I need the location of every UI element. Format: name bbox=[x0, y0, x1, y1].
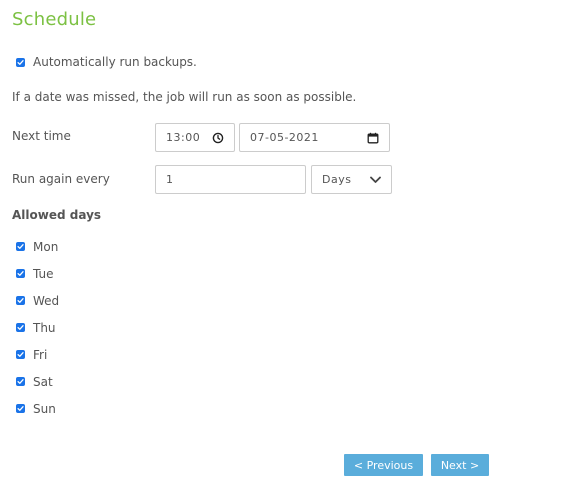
auto-backup-label: Automatically run backups. bbox=[33, 55, 197, 69]
checkmark-icon bbox=[17, 325, 24, 330]
clock-icon[interactable] bbox=[212, 132, 224, 144]
day-label: Thu bbox=[33, 320, 56, 335]
next-button[interactable]: Next > bbox=[431, 454, 489, 476]
checkmark-icon bbox=[17, 352, 24, 357]
checkmark-icon bbox=[17, 244, 24, 249]
day-checkbox-sat[interactable] bbox=[16, 377, 25, 386]
previous-button[interactable]: < Previous bbox=[344, 454, 423, 476]
checkmark-icon bbox=[17, 271, 24, 276]
allowed-days-title: Allowed days bbox=[12, 208, 102, 222]
day-item-sun[interactable]: Sun bbox=[12, 395, 59, 422]
day-label: Tue bbox=[33, 266, 54, 281]
day-checkbox-thu[interactable] bbox=[16, 323, 25, 332]
time-value: 13:00 bbox=[166, 131, 201, 144]
day-label: Wed bbox=[33, 293, 60, 308]
day-checkbox-tue[interactable] bbox=[16, 269, 25, 278]
date-value: 07-05-2021 bbox=[250, 131, 319, 144]
day-item-wed[interactable]: Wed bbox=[12, 287, 59, 314]
checkmark-icon bbox=[17, 59, 24, 65]
run-again-unit-select[interactable]: Days bbox=[311, 165, 392, 194]
run-again-label: Run again every bbox=[12, 172, 110, 186]
day-label: Mon bbox=[33, 239, 59, 254]
day-item-tue[interactable]: Tue bbox=[12, 260, 59, 287]
missed-date-info: If a date was missed, the job will run a… bbox=[12, 90, 357, 104]
calendar-icon[interactable] bbox=[367, 132, 379, 144]
day-item-thu[interactable]: Thu bbox=[12, 314, 59, 341]
day-checkbox-sun[interactable] bbox=[16, 404, 25, 413]
page-title: Schedule bbox=[12, 9, 97, 30]
allowed-days-list: Mon Tue Wed Thu Fri Sat Sun bbox=[12, 233, 59, 422]
next-time-time-input[interactable]: 13:00 bbox=[155, 123, 235, 152]
day-label: Fri bbox=[33, 347, 48, 362]
auto-backup-row[interactable]: Automatically run backups. bbox=[12, 53, 197, 71]
day-checkbox-mon[interactable] bbox=[16, 242, 25, 251]
day-item-sat[interactable]: Sat bbox=[12, 368, 59, 395]
chevron-down-icon[interactable] bbox=[369, 174, 381, 186]
day-label: Sat bbox=[33, 374, 53, 389]
next-time-date-input[interactable]: 07-05-2021 bbox=[239, 123, 390, 152]
next-time-label: Next time bbox=[12, 129, 71, 143]
day-item-mon[interactable]: Mon bbox=[12, 233, 59, 260]
day-checkbox-fri[interactable] bbox=[16, 350, 25, 359]
interval-value: 1 bbox=[166, 173, 174, 186]
run-again-interval-input[interactable]: 1 bbox=[155, 165, 306, 194]
day-label: Sun bbox=[33, 401, 56, 416]
unit-selected: Days bbox=[322, 173, 352, 186]
checkmark-icon bbox=[17, 406, 24, 411]
auto-backup-checkbox[interactable] bbox=[16, 57, 25, 67]
day-item-fri[interactable]: Fri bbox=[12, 341, 59, 368]
checkmark-icon bbox=[17, 379, 24, 384]
checkmark-icon bbox=[17, 298, 24, 303]
day-checkbox-wed[interactable] bbox=[16, 296, 25, 305]
